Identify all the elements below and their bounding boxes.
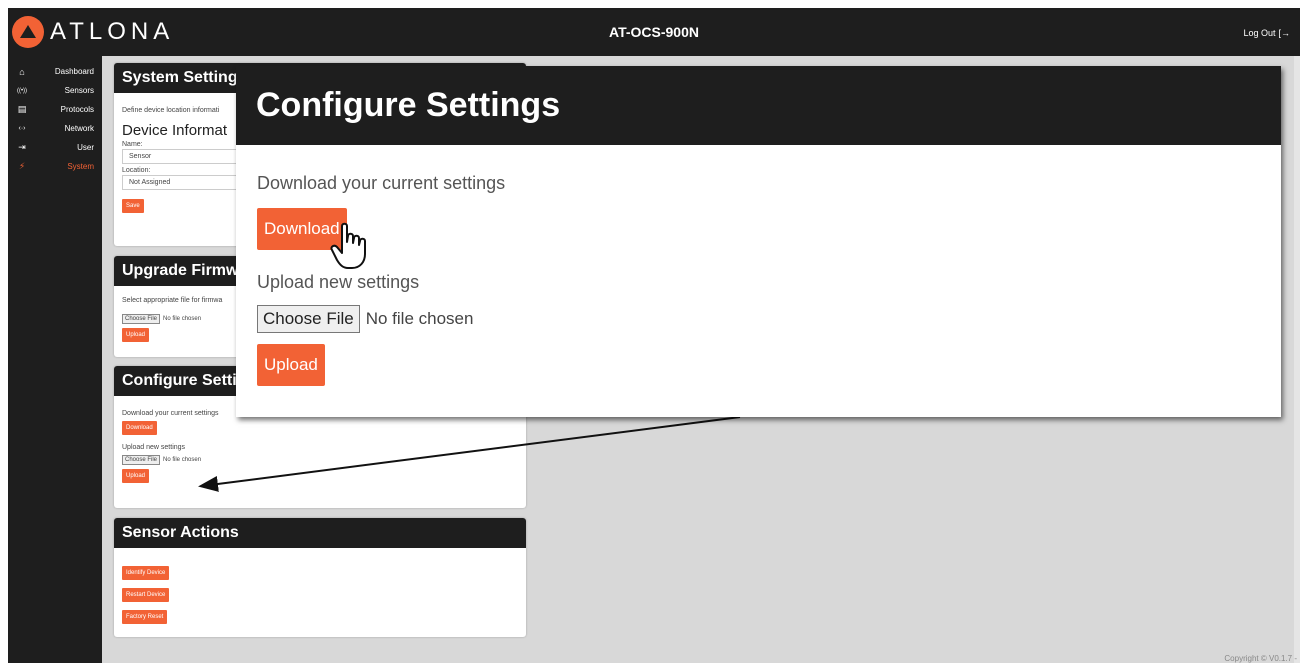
sidebar-item-label: Network bbox=[64, 124, 94, 133]
factory-reset-button[interactable]: Factory Reset bbox=[122, 610, 168, 624]
top-bar: ATLONA AT-OCS-900N Log Out [→ bbox=[8, 8, 1300, 56]
plug-icon: ⚡ bbox=[18, 161, 26, 171]
network-icon: ‹·› bbox=[18, 125, 26, 132]
sidebar-item-system[interactable]: ⚡ System bbox=[8, 157, 102, 176]
identify-device-button[interactable]: Identify Device bbox=[122, 566, 170, 580]
settings-file-input[interactable]: Choose File No file chosen bbox=[122, 455, 518, 465]
sidebar-item-protocols[interactable]: ▤ Protocols bbox=[8, 100, 102, 119]
logout-label: Log Out bbox=[1243, 28, 1276, 38]
sidebar-item-label: User bbox=[77, 143, 94, 152]
zoom-choose-file-button[interactable]: Choose File bbox=[257, 305, 360, 333]
sidebar-item-label: Dashboard bbox=[54, 67, 94, 76]
card-title: Sensor Actions bbox=[114, 518, 526, 548]
login-icon: ⇥ bbox=[18, 142, 26, 152]
sidebar-item-label: Sensors bbox=[64, 86, 94, 95]
save-button[interactable]: Save bbox=[122, 199, 144, 213]
page-scrollbar[interactable] bbox=[1294, 56, 1300, 663]
choose-file-button[interactable]: Choose File bbox=[122, 455, 161, 465]
choose-file-button[interactable]: Choose File bbox=[122, 314, 161, 324]
sidebar-item-sensors[interactable]: ((•)) Sensors bbox=[8, 81, 102, 100]
sidebar: ⌂ Dashboard ((•)) Sensors ▤ Protocols ‹·… bbox=[8, 56, 102, 663]
upload-button[interactable]: Upload bbox=[122, 469, 150, 483]
server-icon: ▤ bbox=[17, 104, 27, 114]
file-status: No file chosen bbox=[163, 457, 202, 463]
zoom-file-input[interactable]: Choose File No file chosen bbox=[257, 305, 1260, 333]
name-field[interactable]: Sensor bbox=[122, 149, 237, 164]
sidebar-item-dashboard[interactable]: ⌂ Dashboard bbox=[8, 62, 102, 81]
zoomed-configure-settings: Configure Settings Download your current… bbox=[236, 66, 1281, 417]
firmware-upload-button[interactable]: Upload bbox=[122, 328, 150, 342]
sidebar-item-label: Protocols bbox=[60, 105, 94, 114]
copyright-text: Copyright © V0.1.7 - bbox=[1224, 654, 1297, 663]
upload-text: Upload new settings bbox=[122, 444, 186, 451]
sidebar-item-label: System bbox=[67, 162, 94, 171]
file-status: No file chosen bbox=[163, 316, 202, 322]
restart-device-button[interactable]: Restart Device bbox=[122, 588, 170, 602]
logout-icon: [→ bbox=[1278, 28, 1290, 38]
sidebar-item-network[interactable]: ‹·› Network bbox=[8, 119, 102, 138]
download-button[interactable]: Download bbox=[122, 421, 157, 435]
sidebar-item-user[interactable]: ⇥ User bbox=[8, 138, 102, 157]
sensor-icon: ((•)) bbox=[16, 87, 28, 94]
zoom-title: Configure Settings bbox=[236, 66, 1281, 145]
sensor-actions-card: Sensor Actions Identify Device Restart D… bbox=[114, 518, 526, 637]
zoom-download-text: Download your current settings bbox=[257, 173, 506, 193]
zoom-upload-button[interactable]: Upload bbox=[257, 344, 325, 386]
zoom-file-status: No file chosen bbox=[365, 309, 474, 328]
location-field[interactable]: Not Assigned bbox=[122, 175, 237, 190]
zoom-upload-text: Upload new settings bbox=[257, 272, 420, 292]
home-icon: ⌂ bbox=[19, 66, 25, 77]
device-title: AT-OCS-900N bbox=[609, 24, 699, 40]
hand-pointer-icon bbox=[330, 222, 366, 269]
logout-button[interactable]: Log Out [→ bbox=[1243, 28, 1290, 38]
